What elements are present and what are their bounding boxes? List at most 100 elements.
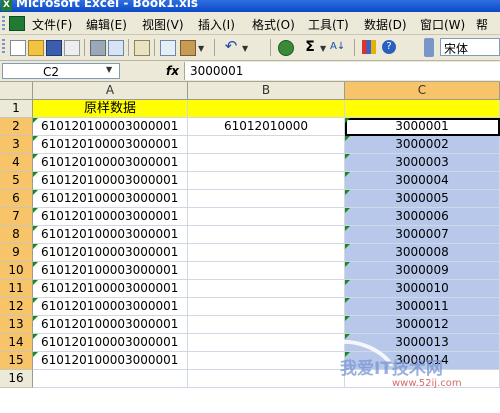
cell-b3[interactable] (188, 136, 345, 154)
undo-icon[interactable]: ↶ (224, 39, 238, 54)
formula-input[interactable]: 3000001 (184, 62, 500, 80)
row-header[interactable]: 3 (0, 136, 33, 154)
menu-format[interactable]: 格式(O) (252, 16, 295, 33)
help-icon[interactable]: ? (382, 40, 396, 54)
error-indicator-icon[interactable] (33, 154, 38, 159)
cell-a10[interactable]: 610120100003000001 (33, 262, 188, 280)
row-header[interactable]: 4 (0, 154, 33, 172)
toolbar-grip-handle[interactable] (2, 39, 5, 55)
save-disk-icon[interactable] (46, 40, 62, 56)
cell-b4[interactable] (188, 154, 345, 172)
error-indicator-icon[interactable] (33, 118, 38, 123)
cell-b11[interactable] (188, 280, 345, 298)
cell-c1[interactable] (345, 100, 500, 118)
workbook-icon[interactable] (9, 16, 25, 31)
select-all-corner[interactable] (0, 82, 33, 100)
cell-c4[interactable]: 3000003 (345, 154, 500, 172)
copy-icon[interactable] (160, 40, 176, 56)
cell-a3[interactable]: 610120100003000001 (33, 136, 188, 154)
error-indicator-icon[interactable] (33, 172, 38, 177)
error-indicator-icon[interactable] (33, 226, 38, 231)
error-indicator-icon[interactable] (345, 316, 350, 321)
research-icon[interactable] (134, 40, 150, 56)
paste-icon[interactable] (180, 40, 196, 56)
sort-ascending-icon[interactable]: A↓ (330, 40, 345, 54)
row-header[interactable]: 8 (0, 226, 33, 244)
cell-b5[interactable] (188, 172, 345, 190)
menu-window[interactable]: 窗口(W) (420, 16, 465, 33)
permission-icon[interactable] (64, 40, 80, 56)
cell-a4[interactable]: 610120100003000001 (33, 154, 188, 172)
toolbar-options-icon[interactable] (424, 38, 434, 57)
menu-tools[interactable]: 工具(T) (308, 16, 349, 33)
error-indicator-icon[interactable] (345, 298, 350, 303)
cell-c9[interactable]: 3000008 (345, 244, 500, 262)
cell-a15[interactable]: 610120100003000001 (33, 352, 188, 370)
menu-help[interactable]: 帮 (476, 16, 488, 33)
cell-b9[interactable] (188, 244, 345, 262)
cell-b1[interactable] (188, 100, 345, 118)
error-indicator-icon[interactable] (33, 298, 38, 303)
row-header[interactable]: 2 (0, 118, 33, 136)
cell-b7[interactable] (188, 208, 345, 226)
menubar-grip-handle[interactable] (2, 16, 5, 30)
error-indicator-icon[interactable] (345, 154, 350, 159)
error-indicator-icon[interactable] (345, 208, 350, 213)
name-box-chevron-down-icon[interactable]: ▼ (106, 65, 112, 74)
row-header[interactable]: 11 (0, 280, 33, 298)
chart-wizard-icon[interactable] (362, 40, 376, 54)
menu-insert[interactable]: 插入(I) (198, 16, 235, 33)
error-indicator-icon[interactable] (33, 334, 38, 339)
open-folder-icon[interactable] (28, 40, 44, 56)
column-header-b[interactable]: B (188, 82, 345, 100)
cell-b8[interactable] (188, 226, 345, 244)
row-header[interactable]: 9 (0, 244, 33, 262)
cell-c10[interactable]: 3000009 (345, 262, 500, 280)
error-indicator-icon[interactable] (345, 244, 350, 249)
error-indicator-icon[interactable] (33, 190, 38, 195)
undo-dropdown-chevron-icon[interactable]: ▼ (242, 44, 248, 53)
error-indicator-icon[interactable] (345, 226, 350, 231)
print-preview-icon[interactable] (108, 40, 124, 56)
menu-file[interactable]: 文件(F) (32, 16, 72, 33)
row-header[interactable]: 12 (0, 298, 33, 316)
autosum-icon[interactable]: Σ (303, 40, 317, 54)
column-header-c[interactable]: C (345, 82, 500, 100)
paste-dropdown-chevron-icon[interactable]: ▼ (198, 44, 204, 53)
cell-b6[interactable] (188, 190, 345, 208)
cell-c7[interactable]: 3000006 (345, 208, 500, 226)
cell-a1[interactable]: 原样数据 (33, 100, 188, 118)
cell-c11[interactable]: 3000010 (345, 280, 500, 298)
error-indicator-icon[interactable] (345, 136, 350, 141)
cell-a9[interactable]: 610120100003000001 (33, 244, 188, 262)
cell-c8[interactable]: 3000007 (345, 226, 500, 244)
cell-a11[interactable]: 610120100003000001 (33, 280, 188, 298)
row-header[interactable]: 15 (0, 352, 33, 370)
cell-b14[interactable] (188, 334, 345, 352)
row-header[interactable]: 6 (0, 190, 33, 208)
name-box[interactable]: C2 (2, 63, 120, 79)
cell-a7[interactable]: 610120100003000001 (33, 208, 188, 226)
cell-c13[interactable]: 3000012 (345, 316, 500, 334)
cell-c5[interactable]: 3000004 (345, 172, 500, 190)
cell-a8[interactable]: 610120100003000001 (33, 226, 188, 244)
row-header[interactable]: 1 (0, 100, 33, 118)
row-header[interactable]: 5 (0, 172, 33, 190)
column-header-a[interactable]: A (33, 82, 188, 100)
cell-c6[interactable]: 3000005 (345, 190, 500, 208)
row-header[interactable]: 16 (0, 370, 33, 388)
error-indicator-icon[interactable] (33, 136, 38, 141)
row-header[interactable]: 13 (0, 316, 33, 334)
new-document-icon[interactable] (10, 40, 26, 56)
menu-edit[interactable]: 编辑(E) (86, 16, 127, 33)
print-icon[interactable] (90, 40, 106, 56)
cell-a2[interactable]: 610120100003000001 (33, 118, 188, 136)
cell-a12[interactable]: 610120100003000001 (33, 298, 188, 316)
cell-a5[interactable]: 610120100003000001 (33, 172, 188, 190)
cell-b15[interactable] (188, 352, 345, 370)
error-indicator-icon[interactable] (33, 352, 38, 357)
error-indicator-icon[interactable] (345, 172, 350, 177)
row-header[interactable]: 10 (0, 262, 33, 280)
cell-b10[interactable] (188, 262, 345, 280)
error-indicator-icon[interactable] (345, 280, 350, 285)
